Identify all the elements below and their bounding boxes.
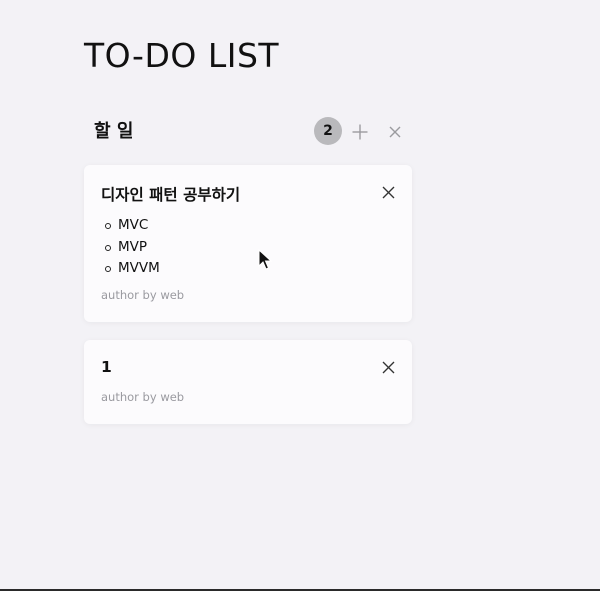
card-item-list: MVC MVP MVVM <box>105 215 160 280</box>
delete-card-button[interactable] <box>381 360 395 374</box>
close-icon <box>382 186 394 198</box>
todo-card[interactable]: 1 author by web <box>84 340 412 424</box>
delete-card-button[interactable] <box>381 185 395 199</box>
mouse-cursor-icon <box>258 249 272 270</box>
list-item: MVVM <box>105 258 160 280</box>
count-badge: 2 <box>314 117 342 145</box>
card-author: author by web <box>101 390 185 404</box>
page-title: TO-DO LIST <box>84 36 280 75</box>
column-header: 할 일 2 <box>84 116 412 146</box>
clear-column-button[interactable] <box>387 124 403 140</box>
column-title: 할 일 <box>94 121 134 142</box>
bullet-icon <box>105 244 111 251</box>
list-item: MVP <box>105 237 160 259</box>
card-author: author by web <box>101 288 185 302</box>
add-card-button[interactable] <box>352 124 368 140</box>
card-title: 1 <box>101 358 112 376</box>
plus-icon <box>352 124 368 140</box>
list-item-label: MVVM <box>118 260 160 276</box>
close-icon <box>389 126 401 138</box>
todo-page: TO-DO LIST 할 일 2 디자인 패턴 공부하기 MVC MVP MVV… <box>0 0 600 591</box>
list-item-label: MVC <box>118 217 149 233</box>
card-title: 디자인 패턴 공부하기 <box>101 186 241 204</box>
bullet-icon <box>105 223 111 229</box>
bullet-icon <box>105 266 111 272</box>
list-item-label: MVP <box>118 238 148 255</box>
close-icon <box>382 361 394 373</box>
todo-card[interactable]: 디자인 패턴 공부하기 MVC MVP MVVM author by web <box>84 165 412 322</box>
list-item: MVC <box>105 215 160 237</box>
